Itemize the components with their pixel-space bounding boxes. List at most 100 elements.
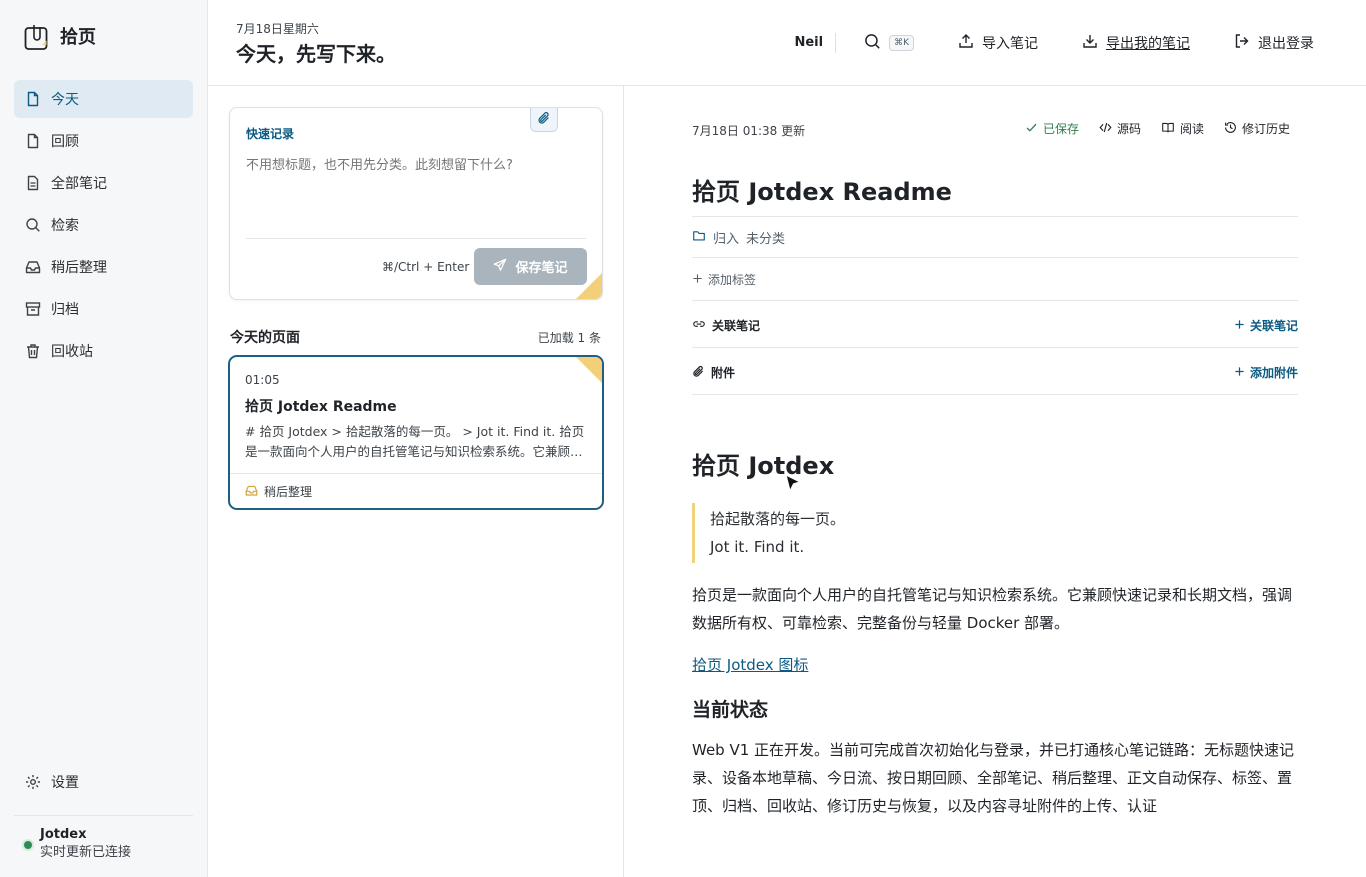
code-icon: [1099, 121, 1112, 137]
book-icon: [1161, 121, 1175, 137]
add-attachment-label: 添加附件: [1249, 366, 1298, 380]
divider: [692, 257, 1298, 258]
note-card-excerpt: # 拾页 Jotdex > 拾起散落的每一页。 > Jot it. Find i…: [245, 424, 585, 459]
save-note-button[interactable]: 保存笔记: [474, 248, 587, 285]
note-card[interactable]: 01:05 拾页 Jotdex Readme # 拾页 Jotdex > 拾起散…: [228, 355, 604, 510]
logo-icon: [24, 21, 50, 51]
attachments-heading: 附件: [692, 364, 735, 381]
history-button[interactable]: 修订历史: [1224, 120, 1290, 137]
search-button[interactable]: ⌘K: [864, 33, 914, 54]
content-paragraph: Web V1 正在开发。当前可完成首次初始化与登录，并已打通核心笔记链路：无标题…: [692, 741, 1295, 815]
note-card-status: 稍后整理: [245, 483, 312, 500]
note-card-time: 01:05: [245, 373, 280, 387]
category-prefix: 归入: [713, 232, 740, 247]
sidebar-item-later[interactable]: 稍后整理: [14, 248, 193, 286]
sidebar-item-label: 今天: [51, 92, 79, 108]
quote-line: 拾起散落的每一页。: [710, 510, 846, 528]
quick-capture-label: 快速记录: [246, 127, 295, 141]
file-icon: [25, 133, 41, 149]
sidebar-item-today[interactable]: 今天: [14, 80, 193, 118]
search-shortcut-badge: ⌘K: [889, 35, 914, 51]
source-label: 源码: [1116, 122, 1141, 136]
upload-icon: [958, 33, 974, 53]
sidebar-item-settings[interactable]: 设置: [14, 763, 193, 801]
attachments-label: 附件: [711, 366, 736, 380]
paperclip-icon: [537, 111, 551, 129]
add-linked-note-button[interactable]: 关联笔记: [1234, 317, 1298, 334]
sidebar-item-archive[interactable]: 归档: [14, 290, 193, 328]
search-icon: [25, 217, 41, 233]
import-button[interactable]: 导入笔记: [958, 33, 1038, 53]
today-column: 快速记录 ⌘/Ctrl + Enter 保存笔记 今天的页面 已加载 1 条 0…: [208, 86, 624, 877]
divider: [14, 815, 193, 816]
archive-icon: [25, 301, 41, 317]
page-fold-decoration: [576, 273, 602, 299]
note-title[interactable]: 拾页 Jotdex Readme: [692, 172, 952, 207]
export-button[interactable]: 导出我的笔记: [1082, 33, 1190, 53]
linked-notes-heading: 关联笔记: [692, 317, 760, 334]
sidebar-item-label: 检索: [51, 218, 79, 234]
sidebar-item-label: 全部笔记: [51, 176, 107, 192]
content-link[interactable]: 拾页 Jotdex 图标: [692, 651, 1302, 679]
logout-button[interactable]: 退出登录: [1234, 33, 1314, 53]
saved-label: 已保存: [1042, 122, 1079, 136]
divider: [230, 473, 602, 474]
note-toolbar: 已保存 源码 阅读 修订历史: [1025, 120, 1290, 137]
read-button[interactable]: 阅读: [1161, 120, 1204, 137]
sidebar-item-label: 回顾: [51, 134, 79, 150]
add-attachment-button[interactable]: 添加附件: [1234, 364, 1298, 381]
brand[interactable]: 拾页: [24, 20, 96, 52]
plus-icon: [1234, 366, 1245, 380]
user-name[interactable]: Neil: [794, 33, 837, 53]
sidebar-nav: 今天 回顾 全部笔记 检索 稍后整理 归档 回收站: [14, 80, 193, 374]
add-tag-label: 添加标签: [708, 273, 757, 287]
add-tag-button[interactable]: 添加标签: [692, 271, 756, 288]
connection-status: Jotdex 实时更新已连接: [24, 826, 131, 862]
status-dot-icon: [24, 841, 32, 849]
attachments-row: 附件 添加附件: [692, 364, 1298, 381]
sidebar-item-trash[interactable]: 回收站: [14, 332, 193, 370]
plus-icon: [692, 273, 703, 287]
content-paragraph: 拾页是一款面向个人用户的自托管笔记与知识检索系统。它兼顾快速记录和长期文档，强调…: [692, 586, 1293, 632]
quick-capture-input[interactable]: [246, 154, 586, 226]
sidebar-item-label: 设置: [51, 775, 79, 791]
source-button[interactable]: 源码: [1099, 120, 1141, 137]
history-icon: [1224, 121, 1237, 137]
trash-icon: [25, 343, 41, 359]
logout-label: 退出登录: [1258, 36, 1314, 52]
header-actions: Neil ⌘K 导入笔记 导出我的笔记 退出登录: [794, 28, 1314, 58]
file-icon: [25, 91, 41, 107]
quote-line: Jot it. Find it.: [710, 538, 805, 556]
attach-button[interactable]: [530, 108, 558, 132]
inbox-icon: [245, 484, 258, 500]
export-label: 导出我的笔记: [1106, 36, 1190, 52]
note-card-status-label: 稍后整理: [264, 485, 313, 499]
link-icon: [692, 318, 706, 333]
mouse-cursor-icon: [785, 474, 801, 492]
status-subtitle: 实时更新已连接: [40, 845, 132, 860]
divider: [692, 347, 1298, 348]
page-fold-decoration: [576, 357, 602, 383]
sidebar-item-all-notes[interactable]: 全部笔记: [14, 164, 193, 202]
gear-icon: [25, 774, 41, 790]
status-title: Jotdex: [40, 827, 87, 842]
sidebar-item-label: 稍后整理: [51, 260, 107, 276]
folder-icon: [692, 229, 706, 246]
content-blockquote: 拾起散落的每一页。 Jot it. Find it.: [692, 503, 1302, 563]
note-updated-time: 7月18日 01:38 更新: [692, 124, 806, 138]
save-note-label: 保存笔记: [515, 261, 568, 276]
read-label: 阅读: [1179, 122, 1204, 136]
category-row[interactable]: 归入 未分类: [692, 228, 785, 247]
divider: [692, 300, 1298, 301]
divider: [692, 216, 1298, 217]
logout-icon: [1234, 33, 1250, 53]
brand-name: 拾页: [60, 27, 96, 48]
note-content[interactable]: 拾页 Jotdex 拾起散落的每一页。 Jot it. Find it. 拾页是…: [692, 446, 1302, 834]
sidebar-item-review[interactable]: 回顾: [14, 122, 193, 160]
paperclip-icon: [692, 365, 705, 381]
divider: [692, 394, 1298, 395]
add-linked-note-label: 关联笔记: [1249, 319, 1298, 333]
divider: [246, 238, 586, 239]
sidebar-item-label: 回收站: [51, 344, 93, 360]
sidebar-item-search[interactable]: 检索: [14, 206, 193, 244]
